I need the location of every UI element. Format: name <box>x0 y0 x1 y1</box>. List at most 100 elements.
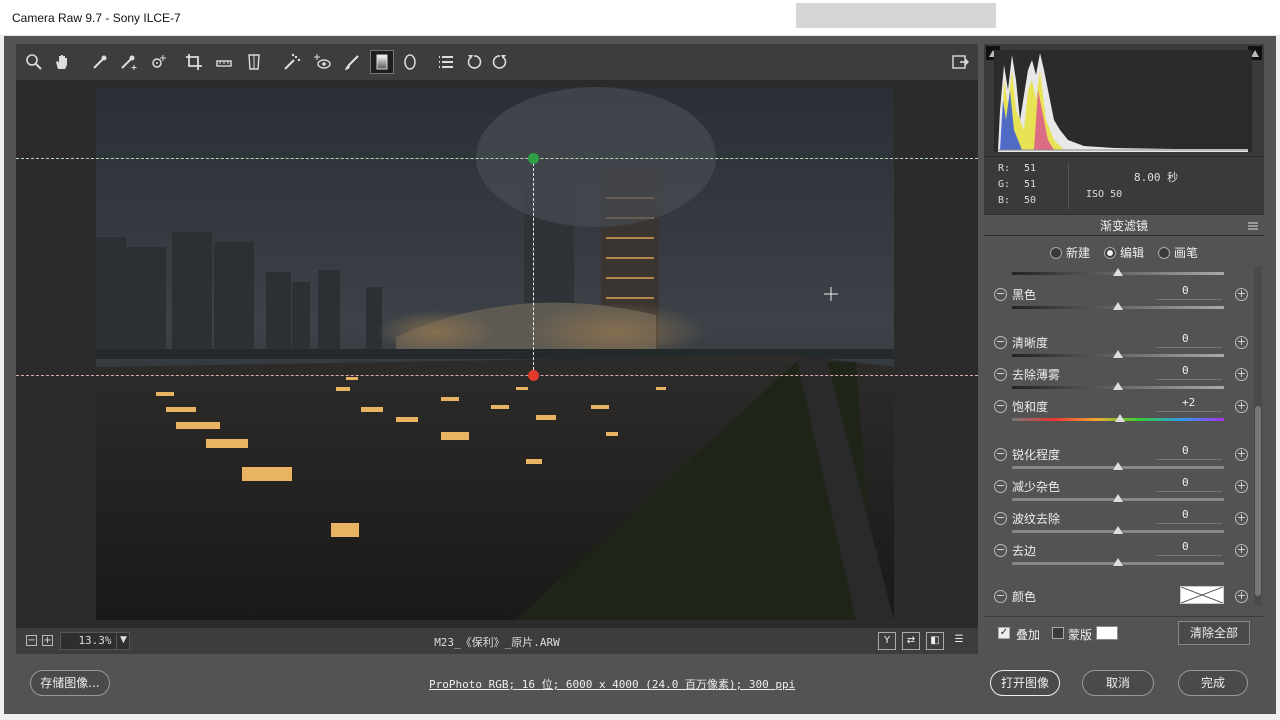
decrease-icon[interactable]: − <box>994 544 1007 557</box>
overlay-checkbox[interactable]: ✓ <box>998 627 1010 639</box>
decrease-icon[interactable]: − <box>994 448 1007 461</box>
red-eye-tool[interactable] <box>310 50 334 74</box>
slider-list: − 黑色 0 + − 清晰度 0 + − 去除薄雾 0 + − 饱和度 +2 +… <box>984 266 1254 606</box>
scrollbar-thumb[interactable] <box>1255 406 1261 596</box>
camera-raw-window: − + 13.3% ▼ M23_《保利》_原片.ARW Y ⇄ ◧ ☰ R: 5… <box>4 36 1276 714</box>
slider-thumb[interactable] <box>1113 494 1123 502</box>
increase-icon[interactable]: + <box>1235 400 1248 413</box>
slider-thumb[interactable] <box>1113 526 1123 534</box>
increase-icon[interactable]: + <box>1235 512 1248 525</box>
slider-value[interactable]: 0 <box>1156 476 1222 492</box>
slider-thumb[interactable] <box>1113 302 1123 310</box>
hand-icon <box>56 55 67 69</box>
swap-view-button[interactable]: ⇄ <box>902 632 920 650</box>
rotate-ccw-tool[interactable] <box>462 50 486 74</box>
view-settings-button[interactable]: ☰ <box>950 632 968 650</box>
filter-start-guide[interactable] <box>16 158 978 159</box>
clear-all-button[interactable]: 清除全部 <box>1178 621 1250 645</box>
increase-icon[interactable]: + <box>1235 336 1248 349</box>
slider-sharpness: − 锐化程度 0 + <box>984 444 1254 474</box>
color-row: − 颜色 + <box>984 586 1254 606</box>
workflow-options-link[interactable]: ProPhoto RGB; 16 位; 6000 x 4000 (24.0 百万… <box>429 676 795 692</box>
slider-label: 减少杂色 <box>1012 480 1061 494</box>
slider-moire-reduction: − 波纹去除 0 + <box>984 508 1254 538</box>
color-label: 颜色 <box>1012 590 1037 604</box>
increase-icon[interactable]: + <box>1235 544 1248 557</box>
cancel-button[interactable]: 取消 <box>1082 670 1154 696</box>
mode-brush-radio[interactable]: 画笔 <box>1158 244 1198 261</box>
increase-icon[interactable]: + <box>1235 288 1248 301</box>
slider-thumb[interactable] <box>1113 382 1123 390</box>
hand-tool[interactable] <box>50 50 74 74</box>
slider-value[interactable]: 0 <box>1156 444 1222 460</box>
slider-value[interactable]: 0 <box>1156 508 1222 524</box>
image-canvas[interactable] <box>16 80 978 628</box>
decrease-icon[interactable]: − <box>994 480 1007 493</box>
straighten-icon <box>216 60 232 67</box>
photo-image <box>96 87 894 620</box>
zoom-icon <box>26 54 42 70</box>
mask-color-swatch[interactable] <box>1096 626 1118 640</box>
photo-preview[interactable] <box>96 87 894 620</box>
decrease-icon[interactable]: − <box>994 512 1007 525</box>
save-image-button[interactable]: 存储图像... <box>30 670 110 696</box>
color-swatch[interactable] <box>1180 586 1224 604</box>
slider-thumb[interactable] <box>1113 350 1123 358</box>
radial-filter-icon <box>404 54 416 70</box>
panel-scrollbar[interactable] <box>1254 266 1262 606</box>
decrease-icon[interactable]: − <box>994 288 1007 301</box>
fullscreen-button[interactable] <box>948 50 972 74</box>
adjustment-brush-tool[interactable] <box>340 50 364 74</box>
done-button[interactable]: 完成 <box>1178 670 1248 696</box>
rotate-cw-tool[interactable] <box>488 50 512 74</box>
mask-checkbox[interactable] <box>1052 627 1064 639</box>
slider-thumb[interactable] <box>1113 462 1123 470</box>
slider-value[interactable]: 0 <box>1156 284 1222 300</box>
slider-thumb[interactable] <box>1115 414 1126 422</box>
filter-start-pin[interactable] <box>528 153 539 164</box>
slider-thumb[interactable] <box>1113 268 1123 276</box>
panel-title: 渐变滤镜 <box>984 214 1264 236</box>
increase-icon[interactable]: + <box>1235 480 1248 493</box>
preferences-tool[interactable] <box>434 50 458 74</box>
transform-tool[interactable] <box>242 50 266 74</box>
b-label: B: <box>998 195 1011 206</box>
increase-icon[interactable]: + <box>1235 590 1248 603</box>
zoom-tool[interactable] <box>22 50 46 74</box>
fullscreen-icon <box>952 55 969 69</box>
slider-value[interactable]: +2 <box>1156 396 1222 412</box>
r-value: 51 <box>1024 163 1037 174</box>
decrease-icon[interactable]: − <box>994 336 1007 349</box>
radio-dot <box>1050 246 1062 259</box>
filter-end-guide[interactable] <box>16 375 978 376</box>
copy-settings-button[interactable]: ◧ <box>926 632 944 650</box>
open-image-button[interactable]: 打开图像 <box>990 670 1060 696</box>
slider-value[interactable]: 0 <box>1156 364 1222 380</box>
straighten-tool[interactable] <box>212 50 236 74</box>
filter-end-pin[interactable] <box>528 370 539 381</box>
slider-thumb[interactable] <box>1113 558 1123 566</box>
spot-removal-tool[interactable] <box>280 50 304 74</box>
color-sampler-tool[interactable] <box>116 50 140 74</box>
increase-icon[interactable]: + <box>1235 448 1248 461</box>
radial-filter-tool[interactable] <box>398 50 422 74</box>
slider-value[interactable]: 0 <box>1156 540 1222 556</box>
no-color-icon <box>1180 586 1224 604</box>
slider-noise-reduction: − 减少杂色 0 + <box>984 476 1254 506</box>
targeted-adjustment-tool[interactable] <box>146 50 170 74</box>
mode-edit-radio[interactable]: 编辑 <box>1104 244 1144 261</box>
white-balance-tool[interactable] <box>88 50 112 74</box>
decrease-icon[interactable]: − <box>994 590 1007 603</box>
radio-dot <box>1158 246 1170 259</box>
decrease-icon[interactable]: − <box>994 368 1007 381</box>
panel-menu-icon[interactable] <box>1248 221 1258 231</box>
view-y-button[interactable]: Y <box>878 632 896 650</box>
decrease-icon[interactable]: − <box>994 400 1007 413</box>
slider-value[interactable]: 0 <box>1156 332 1222 348</box>
crop-tool[interactable] <box>182 50 206 74</box>
mode-new-radio[interactable]: 新建 <box>1050 244 1090 261</box>
filter-center-line[interactable] <box>533 158 534 375</box>
increase-icon[interactable]: + <box>1235 368 1248 381</box>
graduated-filter-tool[interactable] <box>370 50 394 74</box>
panel-title-text: 渐变滤镜 <box>1099 219 1148 233</box>
